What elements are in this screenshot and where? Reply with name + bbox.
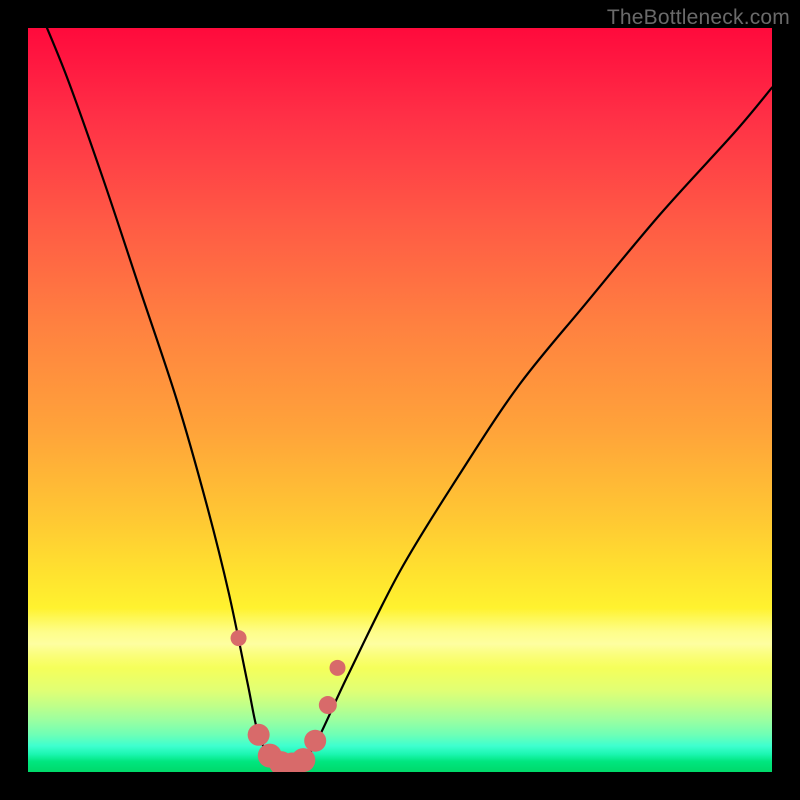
curve-marker [291, 748, 315, 772]
curve-marker [231, 630, 247, 646]
curve-marker [248, 724, 270, 746]
marker-group [231, 630, 346, 772]
curve-marker [319, 696, 337, 714]
curve-marker [304, 730, 326, 752]
curve-marker [330, 660, 346, 676]
watermark-text: TheBottleneck.com [607, 6, 790, 30]
chart-svg [28, 28, 772, 772]
chart-plot-area [28, 28, 772, 772]
bottleneck-curve-line [28, 28, 772, 766]
